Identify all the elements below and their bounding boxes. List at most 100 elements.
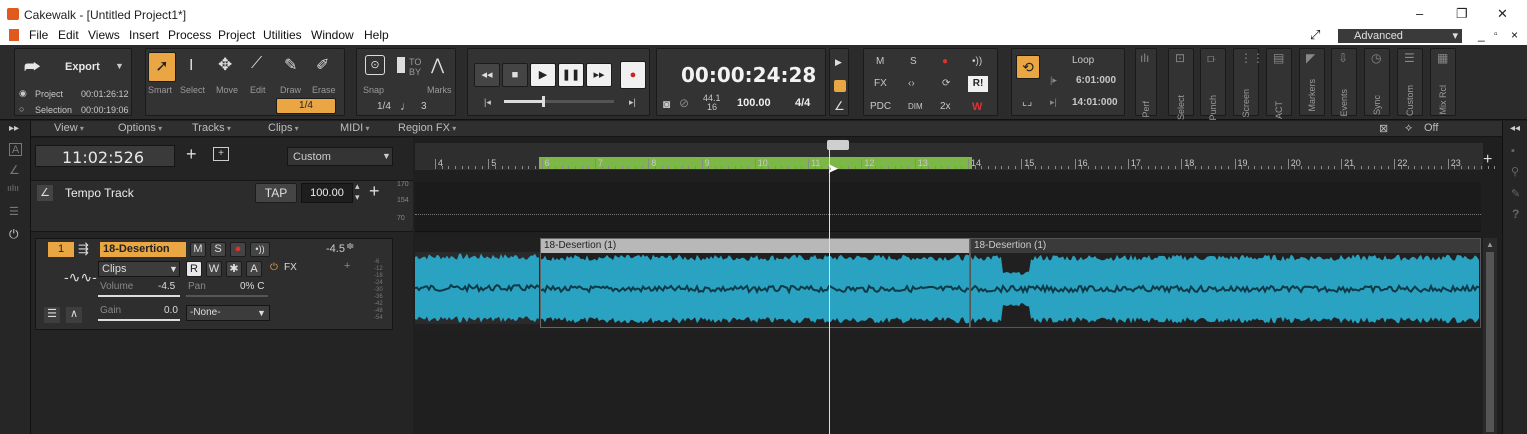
add-track-icon[interactable]: + — [186, 144, 197, 165]
menu-process[interactable]: Process — [168, 28, 211, 42]
fx-power-icon[interactable]: ⏻ — [270, 262, 278, 273]
markers-module[interactable]: ◤ Markers — [1299, 48, 1325, 116]
mix-recall-module[interactable]: ▦ Mix Rcl — [1430, 48, 1456, 116]
position-slider[interactable] — [504, 96, 614, 107]
notes-icon[interactable]: ✎ — [1511, 187, 1520, 200]
browser-icon[interactable]: ▪ — [1511, 145, 1515, 157]
tempo-decrement-icon[interactable]: ▾ — [355, 192, 360, 203]
now-time-cursor[interactable] — [829, 148, 830, 434]
menu-utilities[interactable]: Utilities — [263, 28, 302, 42]
snap-icon[interactable]: ⊙ — [365, 55, 385, 75]
snap-state[interactable]: Off — [1424, 122, 1438, 134]
track-height-icon[interactable]: ≑ — [346, 241, 354, 252]
loop-range-icon[interactable]: ⌞⌟ — [1022, 95, 1032, 108]
close-button[interactable]: ✕ — [1497, 6, 1508, 22]
help-icon[interactable]: ? — [1512, 207, 1519, 221]
add-fx-icon[interactable]: + — [344, 260, 350, 272]
mute-all-button[interactable]: M — [876, 56, 884, 67]
tracks-menu[interactable]: Tracks — [192, 122, 231, 134]
write-automation-button[interactable]: W — [206, 261, 222, 277]
solo-all-button[interactable]: S — [910, 56, 917, 67]
playhead-handle[interactable] — [827, 140, 849, 150]
automation-button[interactable]: ⟳ — [942, 78, 950, 89]
tempo-input[interactable]: 100.00 — [301, 183, 353, 203]
track-options-icon[interactable]: ☰ — [44, 307, 60, 323]
freeze-icon[interactable]: ✱ — [226, 261, 242, 277]
inspector-icon[interactable]: ⚲ — [1511, 165, 1519, 178]
collapse-browser-icon[interactable]: ◂◂ — [1510, 123, 1520, 134]
edit-tool-icon[interactable]: ⟋ — [251, 55, 262, 73]
tempo-view-icon[interactable]: ∠ — [9, 163, 20, 177]
track-arm-button[interactable]: ● — [230, 242, 246, 257]
loop-toggle-icon[interactable]: ⟲ — [1016, 55, 1040, 79]
pan-slider[interactable]: Pan 0% C — [186, 281, 268, 297]
tempo-value[interactable]: 100.00 — [737, 97, 771, 109]
marks-icon[interactable]: ⋀ — [431, 55, 444, 75]
tap-tempo-button[interactable]: TAP — [255, 183, 297, 203]
menu-edit[interactable]: Edit — [58, 28, 79, 42]
snap-toggle[interactable] — [397, 57, 405, 73]
now-time-display[interactable]: 11:02:526 — [35, 145, 175, 167]
project-radio[interactable]: ◉ — [19, 88, 27, 99]
read-all-button[interactable]: R! — [968, 76, 988, 92]
arranger-icon[interactable]: A — [9, 143, 22, 156]
clips-menu[interactable]: Clips — [268, 122, 299, 134]
minimize-button[interactable]: – — [1416, 6, 1423, 21]
snap-offset-icon[interactable]: ⟡ — [1405, 122, 1412, 135]
doc-close-icon[interactable]: × — [1511, 28, 1518, 42]
loop-end[interactable]: 14:01:000 — [1072, 97, 1118, 108]
record-all-button[interactable]: ● — [942, 56, 948, 67]
midi-menu[interactable]: MIDI — [340, 122, 369, 134]
stop-button[interactable]: ■ — [502, 63, 528, 87]
erase-tool-icon[interactable]: ✐ — [316, 55, 329, 75]
track-mute-button[interactable]: M — [190, 242, 206, 257]
act-module[interactable]: ▤ ACT — [1266, 48, 1292, 119]
transport-time[interactable]: 00:00:24:28 — [681, 63, 816, 87]
input-echo-button[interactable]: •)) — [972, 56, 982, 67]
expand-icon[interactable]: ⤢ — [1310, 27, 1320, 43]
play-small-icon[interactable]: ▶ — [835, 57, 842, 68]
rewind-button[interactable]: ◂◂ — [474, 63, 500, 87]
draw-snap-value[interactable]: 1/4 — [276, 98, 336, 114]
metronome-icon[interactable]: ◙ — [663, 97, 670, 111]
go-to-end-icon[interactable]: ▸| — [629, 97, 636, 108]
tempo-lane[interactable] — [415, 182, 1481, 232]
list-view-icon[interactable]: ☰ — [9, 205, 19, 218]
add-folder-icon[interactable]: + — [213, 147, 229, 161]
export-dropdown-icon[interactable]: ▼ — [115, 61, 124, 71]
view-menu[interactable]: View — [54, 122, 84, 134]
ruler-add-icon[interactable]: + — [1483, 151, 1492, 169]
sync-module[interactable]: ◷ Sync — [1364, 48, 1390, 116]
output-dropdown[interactable]: -None- ▼ — [186, 305, 270, 321]
add-tempo-icon[interactable]: + — [369, 181, 380, 202]
select-module[interactable]: ⊡ Select — [1168, 48, 1194, 120]
metronome-toggle-icon[interactable] — [834, 80, 846, 92]
gain-slider[interactable]: Gain 0.0 — [98, 305, 180, 321]
screen-module[interactable]: ⋮⋮ Screen — [1233, 48, 1264, 118]
workspace-dropdown[interactable]: Advanced — [1338, 29, 1462, 43]
expand-browser-icon[interactable]: ▸▸ — [9, 123, 19, 134]
position-slider-handle[interactable] — [542, 96, 545, 107]
meter-value[interactable]: 4/4 — [795, 97, 810, 109]
clip[interactable]: 18-Desertion (1) — [970, 238, 1481, 328]
automation-lane-icon[interactable]: ∧ — [66, 307, 82, 323]
arranger-track-icon[interactable]: A — [246, 261, 262, 277]
read-automation-button[interactable]: R — [186, 261, 202, 277]
sync-icon[interactable]: ⊘ — [679, 96, 689, 110]
track-folder-icon[interactable]: ⇶ — [78, 241, 89, 257]
selection-radio[interactable]: ○ — [19, 104, 24, 114]
menu-help[interactable]: Help — [364, 28, 389, 42]
track-name[interactable]: 18-Desertion (1) — [100, 242, 186, 270]
track-number[interactable]: 1 — [48, 242, 74, 257]
fx-label[interactable]: FX — [284, 262, 297, 273]
clip[interactable]: 18-Desertion (1) — [540, 238, 970, 328]
play-button[interactable]: ▶ — [530, 63, 556, 87]
go-to-start-icon[interactable]: |◂ — [484, 97, 491, 108]
perf-module[interactable]: ılı Perf — [1135, 48, 1157, 118]
scroll-up-icon[interactable]: ▲ — [1486, 240, 1494, 249]
custom-module[interactable]: ☰ Custom — [1397, 48, 1423, 116]
region-fx-menu[interactable]: Region FX — [398, 122, 456, 134]
events-module[interactable]: ⇩ Events — [1331, 48, 1357, 117]
scrollbar-thumb[interactable] — [1486, 252, 1494, 432]
doc-restore-icon[interactable]: ▫ — [1494, 29, 1498, 40]
